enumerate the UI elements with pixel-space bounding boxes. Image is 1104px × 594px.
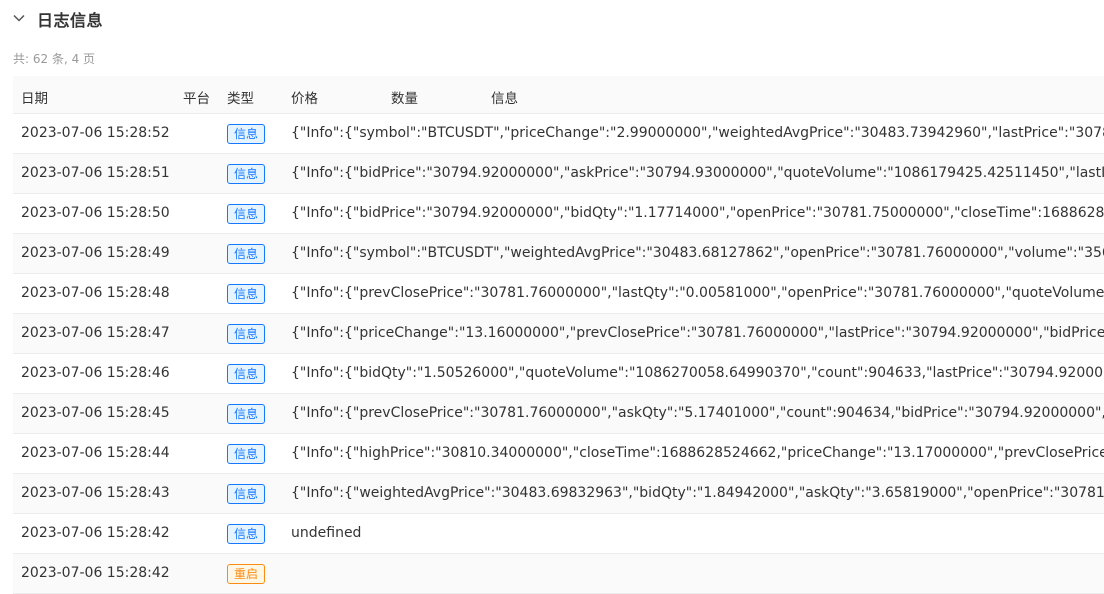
table-row: 2023-07-06 15:28:52 信息 {"Info":{"symbol":"… xyxy=(13,114,1104,154)
table-row: 2023-07-06 15:28:45 信息 {"Info":{"prevClose… xyxy=(13,394,1104,434)
table-row: 2023-07-06 15:28:43 信息 {"Info":{"weightedA… xyxy=(13,474,1104,514)
table-row: 2023-07-06 15:28:50 信息 {"Info":{"bidPrice"… xyxy=(13,194,1104,234)
row-message: {"Info":{"highPrice":"30810.34000000","c… xyxy=(291,445,1104,461)
info-type-tag: 信息 xyxy=(227,164,266,184)
log-header[interactable]: 日志信息 xyxy=(0,0,1104,36)
info-type-tag: 信息 xyxy=(227,364,266,384)
row-message: {"Info":{"weightedAvgPrice":"30483.69832… xyxy=(291,485,1104,501)
info-type-tag: 信息 xyxy=(227,484,266,504)
table-row: 2023-07-06 15:28:42 重启 xyxy=(13,554,1104,594)
info-type-tag: 信息 xyxy=(227,204,266,224)
row-message: {"Info":{"priceChange":"13.16000000","pr… xyxy=(291,325,1104,341)
info-type-tag: 信息 xyxy=(227,324,266,344)
row-date: 2023-07-06 15:28:52 xyxy=(21,125,170,141)
column-header-platform: 平台 xyxy=(183,91,210,107)
table-row: 2023-07-06 15:28:46 信息 {"Info":{"bidQty":"… xyxy=(13,354,1104,394)
table-row: 2023-07-06 15:28:48 信息 {"Info":{"prevClose… xyxy=(13,274,1104,314)
info-type-tag: 信息 xyxy=(227,284,266,304)
row-date: 2023-07-06 15:28:46 xyxy=(21,365,170,381)
row-date: 2023-07-06 15:28:50 xyxy=(21,205,170,221)
column-header-date: 日期 xyxy=(21,91,48,107)
info-type-tag: 信息 xyxy=(227,244,266,264)
column-header-price: 价格 xyxy=(291,91,318,107)
log-panel: 日志信息 共: 62 条, 4 页 日期 平台 类型 价格 数量 信息 2023… xyxy=(0,0,1104,594)
info-type-tag: 信息 xyxy=(227,404,266,424)
table-body: 2023-07-06 15:28:52 信息 {"Info":{"symbol":"… xyxy=(13,114,1104,594)
info-type-tag: 信息 xyxy=(227,124,266,144)
column-header-quantity: 数量 xyxy=(391,91,418,107)
row-message: {"Info":{"symbol":"BTCUSDT","weightedAvg… xyxy=(291,245,1104,261)
column-header-type: 类型 xyxy=(227,91,254,107)
row-message: undefined xyxy=(291,525,362,541)
row-date: 2023-07-06 15:28:45 xyxy=(21,405,170,421)
column-header-info: 信息 xyxy=(491,91,518,107)
row-date: 2023-07-06 15:28:44 xyxy=(21,445,170,461)
table-row: 2023-07-06 15:28:47 信息 {"Info":{"priceChan… xyxy=(13,314,1104,354)
table-row: 2023-07-06 15:28:51 信息 {"Info":{"bidPrice"… xyxy=(13,154,1104,194)
table-row: 2023-07-06 15:28:49 信息 {"Info":{"symbol":"… xyxy=(13,234,1104,274)
row-date: 2023-07-06 15:28:42 xyxy=(21,525,170,541)
page-title: 日志信息 xyxy=(37,11,104,30)
info-type-tag: 信息 xyxy=(227,524,266,544)
row-message: {"Info":{"bidQty":"1.50526000","quoteVol… xyxy=(291,365,1104,381)
row-message: {"Info":{"symbol":"BTCUSDT","priceChange… xyxy=(291,125,1104,141)
table-row: 2023-07-06 15:28:44 信息 {"Info":{"highPrice… xyxy=(13,434,1104,474)
row-date: 2023-07-06 15:28:48 xyxy=(21,285,170,301)
row-message: {"Info":{"bidPrice":"30794.92000000","as… xyxy=(291,165,1104,181)
row-date: 2023-07-06 15:28:42 xyxy=(21,565,170,581)
row-date: 2023-07-06 15:28:49 xyxy=(21,245,170,261)
row-date: 2023-07-06 15:28:51 xyxy=(21,165,170,181)
log-table: 日期 平台 类型 价格 数量 信息 2023-07-06 15:28:52 信息 {… xyxy=(13,76,1104,594)
row-message: {"Info":{"prevClosePrice":"30781.7600000… xyxy=(291,285,1104,301)
row-date: 2023-07-06 15:28:43 xyxy=(21,485,170,501)
row-message: {"Info":{"prevClosePrice":"30781.7600000… xyxy=(291,405,1104,421)
table-row: 2023-07-06 15:28:42 信息 undefined xyxy=(13,514,1104,554)
chevron-down-icon[interactable] xyxy=(12,11,26,25)
restart-type-tag: 重启 xyxy=(227,564,266,584)
info-type-tag: 信息 xyxy=(227,444,266,464)
pagination-summary: 共: 62 条, 4 页 xyxy=(13,52,96,66)
table-header: 日期 平台 类型 价格 数量 信息 xyxy=(13,76,1104,114)
row-message: {"Info":{"bidPrice":"30794.92000000","bi… xyxy=(291,205,1104,221)
row-date: 2023-07-06 15:28:47 xyxy=(21,325,170,341)
